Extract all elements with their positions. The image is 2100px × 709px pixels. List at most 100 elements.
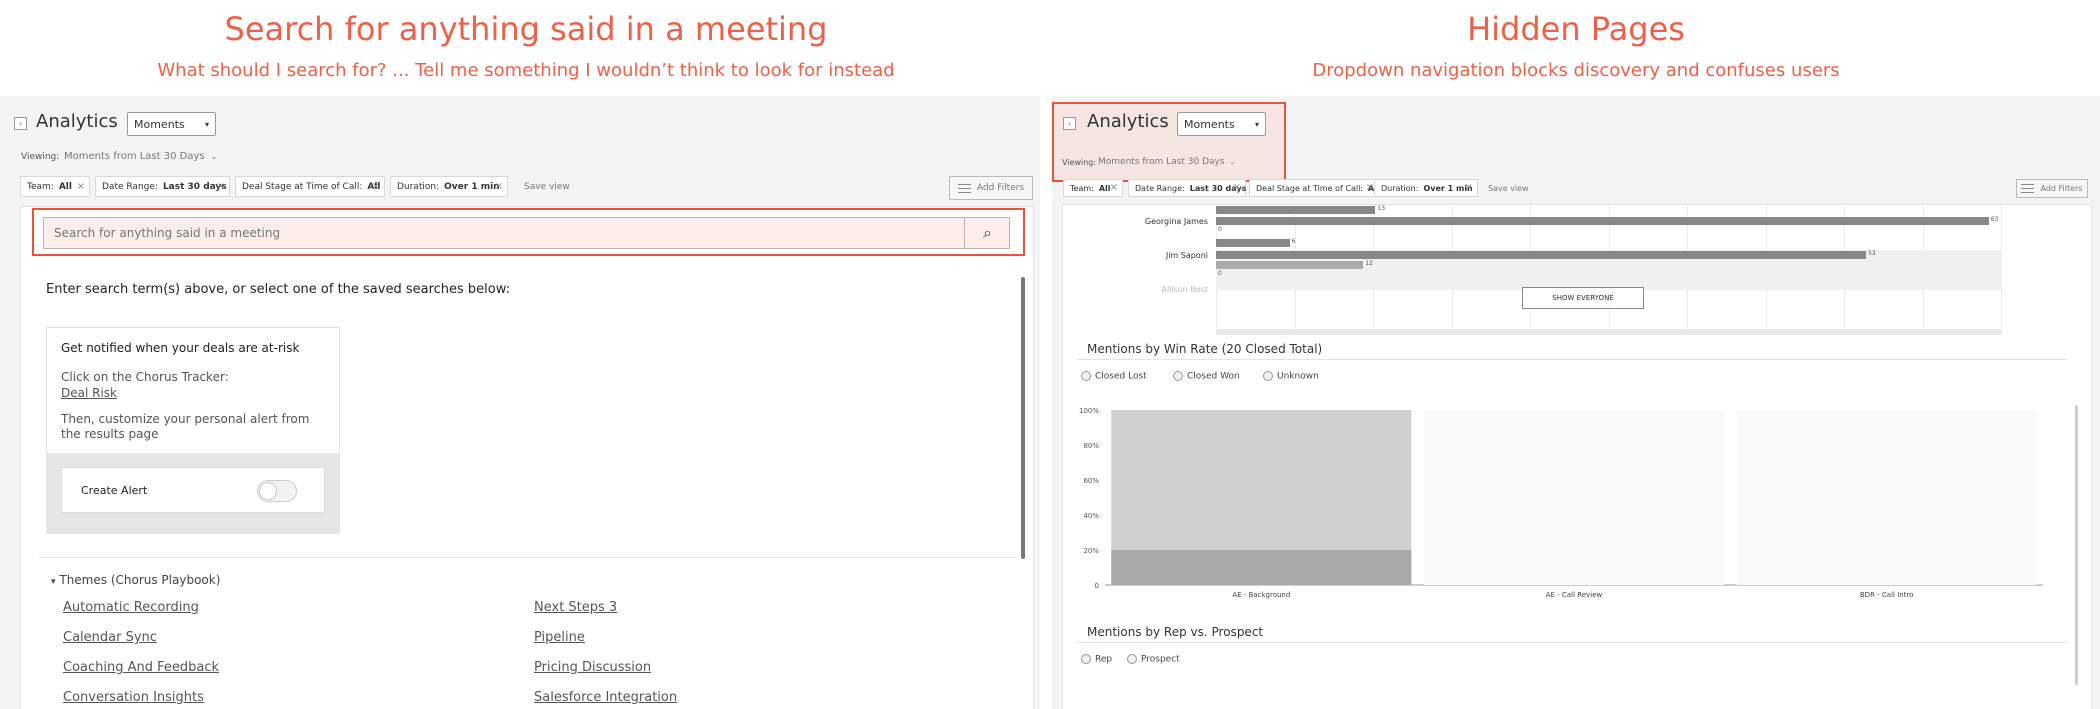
legend-label: Unknown	[1277, 371, 1319, 382]
rep-name-label: Allison Best	[1161, 285, 1208, 294]
legend-unknown[interactable]: Unknown	[1263, 371, 1319, 382]
caret-down-icon: ▾	[51, 577, 56, 587]
search-icon[interactable]: ⌕	[965, 218, 1010, 248]
legend-closed-won[interactable]: Closed Won	[1173, 371, 1240, 382]
close-icon[interactable]: ×	[372, 181, 380, 192]
charts-content-area: 13 63 0 6 53 12 0 Georgina James Jim Saponi Al…	[1062, 204, 2092, 709]
legend-label: Prospect	[1141, 654, 1180, 665]
scrollbar-thumb[interactable]	[1021, 277, 1025, 559]
filter-pill-date-range[interactable]: Date Range: Last 30 days ×	[1128, 179, 1246, 197]
theme-link[interactable]: Automatic Recording	[63, 600, 199, 615]
create-alert-toggle[interactable]	[257, 480, 297, 502]
add-filters-label: Add Filters	[2040, 184, 2083, 193]
filter-pill-team[interactable]: Team: All ×	[20, 176, 90, 197]
divider	[39, 557, 1016, 558]
theme-link[interactable]: Conversation Insights	[63, 690, 204, 705]
filter-label: Team:	[27, 181, 54, 192]
legend-rep[interactable]: Rep	[1081, 654, 1112, 665]
scrollbar-thumb[interactable]	[2075, 405, 2078, 685]
radio-icon	[1081, 654, 1091, 664]
legend-label: Closed Won	[1187, 371, 1240, 382]
radio-icon	[1263, 371, 1273, 381]
theme-link[interactable]: Pipeline	[534, 630, 585, 645]
rep-bar[interactable]	[1216, 251, 1867, 259]
left-slide-title: Search for anything said in a meeting	[224, 10, 828, 48]
close-icon[interactable]: ×	[77, 181, 85, 192]
viewing-dropdown[interactable]: Moments from Last 30 Days ⌄	[64, 151, 218, 162]
create-alert-row: Create Alert	[61, 467, 325, 513]
create-alert-label: Create Alert	[81, 484, 148, 497]
viewing-value: Moments from Last 30 Days	[64, 151, 205, 162]
add-filters-label: Add Filters	[976, 183, 1025, 193]
themes-header-label: Themes (Chorus Playbook)	[59, 573, 221, 587]
radio-icon	[1173, 371, 1183, 381]
filter-label: Team:	[1070, 183, 1094, 193]
left-slide-subtitle: What should I search for? ... Tell me so…	[157, 60, 895, 81]
legend-prospect[interactable]: Prospect	[1127, 654, 1180, 665]
rep-bar-value: 0	[1218, 226, 1222, 233]
view-select-value: Moments	[1184, 117, 1235, 131]
chevron-down-icon: ⌄	[1229, 158, 1236, 166]
rep-bar-value: 63	[1990, 216, 1999, 223]
view-select-dropdown[interactable]: Moments ▾	[127, 112, 216, 136]
back-icon[interactable]: ‹	[1063, 117, 1076, 130]
save-view-link[interactable]: Save view	[1488, 184, 1529, 193]
x-tick-label: BDR - Call Intro	[1860, 591, 1914, 599]
filter-pill-team[interactable]: Team: All ×	[1063, 179, 1123, 197]
close-icon[interactable]: ×	[495, 181, 503, 192]
filter-pill-deal-stage[interactable]: Deal Stage at Time of Call:All ×	[235, 176, 385, 197]
card-title: Get notified when your deals are at-risk	[61, 341, 300, 355]
add-filters-button[interactable]: Add Filters	[949, 176, 1033, 200]
show-everyone-button[interactable]: SHOW EVERYONE	[1522, 287, 1644, 309]
theme-link[interactable]: Calendar Sync	[63, 630, 157, 645]
page-title: Analytics	[1087, 111, 1169, 132]
filter-label: Deal Stage at Time of Call:	[1256, 183, 1363, 193]
filter-pill-date-range[interactable]: Date Range: Last 30 days ×	[95, 176, 230, 197]
close-icon[interactable]: ×	[1465, 182, 1473, 193]
close-icon[interactable]: ×	[217, 181, 225, 192]
x-tick-label: AE - Call Review	[1546, 591, 1603, 599]
theme-link[interactable]: Coaching And Feedback	[63, 660, 219, 675]
filter-label: Duration:	[397, 181, 440, 192]
legend-label: Rep	[1095, 654, 1113, 665]
theme-link[interactable]: Next Steps 3	[534, 600, 617, 615]
filter-pill-deal-stage[interactable]: Deal Stage at Time of Call:All ×	[1249, 179, 1380, 197]
y-tick-label: 60%	[1083, 477, 1099, 485]
rep-name-label: Georgina James	[1144, 217, 1208, 226]
y-tick-label: 80%	[1083, 442, 1099, 450]
theme-link[interactable]: Pricing Discussion	[534, 660, 651, 675]
rep-bar[interactable]	[1216, 206, 1376, 214]
close-icon[interactable]: ×	[1366, 182, 1374, 193]
search-input[interactable]	[44, 218, 964, 248]
back-icon[interactable]: ‹	[14, 117, 27, 130]
chevron-down-icon: ▾	[204, 119, 209, 129]
viewing-dropdown[interactable]: Moments from Last 30 Days ⌄	[1098, 157, 1235, 167]
save-view-link[interactable]: Save view	[524, 182, 570, 192]
close-icon[interactable]: ×	[1233, 182, 1241, 193]
legend-closed-lost[interactable]: Closed Lost	[1081, 371, 1147, 382]
add-filters-button[interactable]: Add Filters	[2016, 179, 2088, 198]
rep-bar[interactable]	[1216, 261, 1364, 269]
stacked-bar-segment[interactable]	[1111, 410, 1412, 550]
right-slide-title: Hidden Pages	[1467, 10, 1685, 48]
theme-link[interactable]: Salesforce Integration	[534, 690, 677, 705]
viewing-label: Viewing:	[21, 152, 60, 162]
stacked-bar-segment[interactable]	[1111, 550, 1412, 585]
radio-icon	[1081, 371, 1091, 381]
card-line-1: Click on the Chorus Tracker:	[61, 370, 229, 384]
chevron-down-icon: ⌄	[210, 152, 218, 161]
view-select-dropdown[interactable]: Moments ▾	[1177, 112, 1266, 136]
row-highlight	[1216, 329, 2001, 335]
win-rate-title: Mentions by Win Rate (20 Closed Total)	[1087, 342, 1323, 356]
themes-header[interactable]: ▾ Themes (Chorus Playbook)	[51, 573, 220, 587]
rep-bar[interactable]	[1216, 217, 1989, 225]
rep-bar[interactable]	[1216, 239, 1290, 247]
deal-risk-link[interactable]: Deal Risk	[61, 386, 117, 400]
toggle-knob	[259, 482, 277, 500]
filter-label: Date Range:	[102, 181, 158, 192]
filter-pill-duration[interactable]: Duration: Over 1 min ×	[1374, 179, 1478, 197]
rep-bar-value: 6	[1291, 238, 1296, 245]
card-line-2: Then, customize your personal alert from…	[61, 412, 310, 441]
filter-pill-duration[interactable]: Duration: Over 1 min ×	[390, 176, 508, 197]
close-icon[interactable]: ×	[1110, 182, 1118, 193]
